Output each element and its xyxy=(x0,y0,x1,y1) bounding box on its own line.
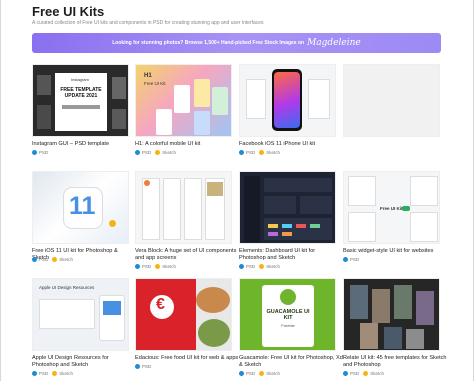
card-caption[interactable]: Vera Block: A huge set of UI components … xyxy=(135,248,239,262)
card-tags: PSD Sketch xyxy=(135,264,176,269)
tag-sketch: Sketch xyxy=(52,371,73,376)
photoshop-icon xyxy=(32,150,37,155)
thumb-widget-label: Free UI Kit xyxy=(380,206,403,211)
card-thumbnail[interactable]: Free UI Kit xyxy=(343,171,440,244)
card-thumbnail[interactable] xyxy=(239,171,336,244)
thumb-h1-subtitle: Free UI Kit xyxy=(144,81,166,86)
tag-psd: PSD xyxy=(343,371,359,376)
card-thumbnail[interactable] xyxy=(239,64,336,137)
card-tags: PSD Sketch xyxy=(135,150,176,155)
photoshop-icon xyxy=(135,150,140,155)
card-thumbnail[interactable]: Instagram FREE TEMPLATE UPDATE 2021 xyxy=(32,64,129,137)
card-caption[interactable]: Edacious: Free food UI kit for web & app… xyxy=(135,355,239,362)
tag-psd: PSD xyxy=(135,150,151,155)
photoshop-icon xyxy=(32,257,37,262)
photoshop-icon xyxy=(32,371,37,376)
tag-sketch: Sketch xyxy=(363,371,384,376)
sketch-icon xyxy=(155,264,161,269)
card-caption[interactable]: Facebook iOS 11 iPhone UI kit xyxy=(239,141,343,148)
card-tags: PSD Sketch xyxy=(239,264,280,269)
card-tags: PSD xyxy=(32,150,48,155)
card-caption[interactable]: H1: A colorful mobile UI kit xyxy=(135,141,239,148)
tag-sketch: Sketch xyxy=(259,371,280,376)
card-thumbnail[interactable]: Apple UI Design Resources xyxy=(32,278,129,351)
photoshop-icon xyxy=(239,371,244,376)
card-tags: PSD Sketch xyxy=(239,371,280,376)
tag-psd: PSD xyxy=(32,257,48,262)
tag-psd: PSD xyxy=(135,364,151,369)
card-tags: PSD Sketch xyxy=(239,150,280,155)
thumb-h1-label: H1 xyxy=(144,73,152,79)
sketch-icon xyxy=(52,371,58,376)
card-tags: PSD Sketch xyxy=(32,371,73,376)
sketch-icon xyxy=(363,371,369,376)
card-caption[interactable]: Guacamole: Free UI kit for Photoshop, Xd… xyxy=(239,355,343,369)
photoshop-icon xyxy=(343,257,348,262)
stock-photos-banner[interactable]: Looking for stunning photos? Browse 1,50… xyxy=(32,33,441,53)
tag-sketch: Sketch xyxy=(259,264,280,269)
tag-sketch: Sketch xyxy=(155,150,176,155)
sketch-icon xyxy=(52,257,58,262)
card-tags: PSD xyxy=(343,257,359,262)
card-thumbnail[interactable]: H1 Free UI Kit xyxy=(135,64,232,137)
banner-text: Looking for stunning photos? Browse 1,50… xyxy=(112,40,305,46)
sketch-icon xyxy=(259,371,265,376)
card-tags: PSD Sketch xyxy=(32,257,73,262)
thumb-guacamole-sub: Freebie xyxy=(281,323,295,328)
photoshop-icon xyxy=(135,264,140,269)
thumb-apple-title: Apple UI Design Resources xyxy=(39,285,95,290)
page-subtitle: A curated collection of Free UI kits and… xyxy=(32,20,264,26)
page: Free UI Kits A curated collection of Fre… xyxy=(0,0,474,381)
tag-sketch: Sketch xyxy=(52,257,73,262)
card-thumbnail[interactable] xyxy=(135,171,232,244)
thumb-guacamole-title: GUACAMOLE UI KIT xyxy=(266,309,310,321)
photoshop-icon xyxy=(239,264,244,269)
photoshop-icon xyxy=(343,371,348,376)
banner-brand-logo: Magdeleine xyxy=(307,38,361,48)
sketch-icon xyxy=(259,150,265,155)
card-caption[interactable]: Apple UI Design Resources for Photoshop … xyxy=(32,355,136,369)
tag-sketch: Sketch xyxy=(155,264,176,269)
card-caption[interactable]: Elements: Dashboard UI kit for Photoshop… xyxy=(239,248,343,262)
tag-psd: PSD xyxy=(343,257,359,262)
tag-psd: PSD xyxy=(239,371,255,376)
card-caption[interactable]: Basic widget-style UI kit for websites xyxy=(343,248,447,255)
card-tags: PSD Sketch xyxy=(343,371,384,376)
tag-psd: PSD xyxy=(239,150,255,155)
card-thumbnail[interactable]: € xyxy=(135,278,232,351)
photoshop-icon xyxy=(135,364,140,369)
sketch-icon xyxy=(259,264,265,269)
tag-psd: PSD xyxy=(135,264,151,269)
photoshop-icon xyxy=(239,150,244,155)
thumb-instagram-label: Instagram xyxy=(71,77,89,82)
card-thumbnail[interactable]: GUACAMOLE UI KIT Freebie xyxy=(239,278,336,351)
tag-psd: PSD xyxy=(32,371,48,376)
card-thumbnail[interactable]: 11 xyxy=(32,171,129,244)
tag-psd: PSD xyxy=(32,150,48,155)
card-tags: PSD xyxy=(135,364,151,369)
card-caption[interactable]: Instagram GUI – PSD template xyxy=(32,141,136,148)
card-thumbnail-loading[interactable] xyxy=(343,64,440,137)
thumb-instagram-heading: FREE TEMPLATE UPDATE 2021 xyxy=(60,87,102,99)
thumb-ios-number: 11 xyxy=(69,192,96,220)
tag-sketch: Sketch xyxy=(259,150,280,155)
page-title: Free UI Kits xyxy=(32,4,105,19)
sketch-icon xyxy=(155,150,161,155)
card-caption[interactable]: Relate UI kit: 45 free templates for Ske… xyxy=(343,355,447,369)
tag-psd: PSD xyxy=(239,264,255,269)
card-thumbnail[interactable] xyxy=(343,278,440,351)
